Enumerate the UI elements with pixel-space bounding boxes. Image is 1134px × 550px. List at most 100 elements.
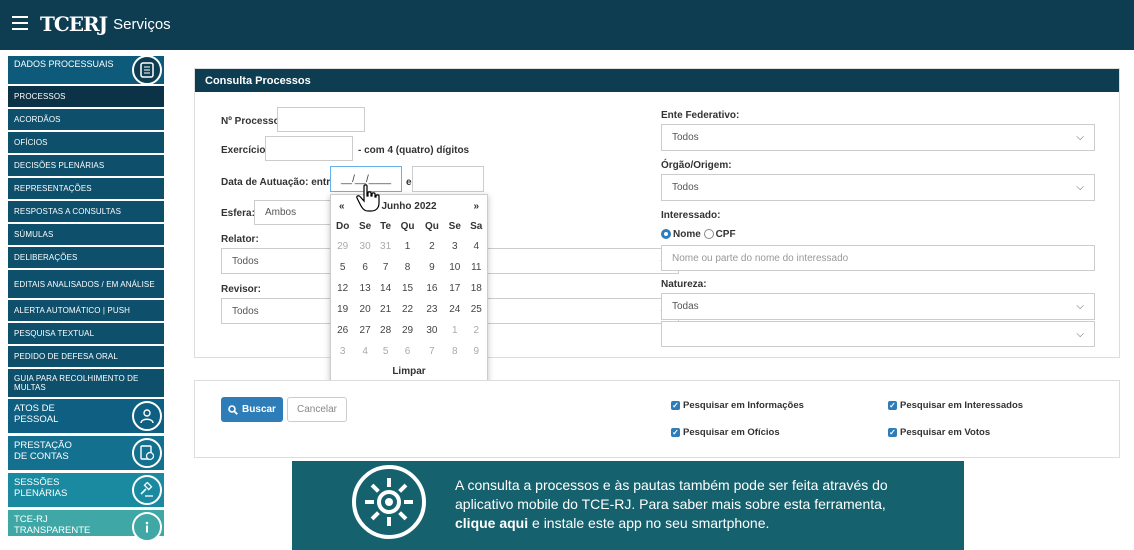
sidebar-item-guia-multas[interactable]: GUIA PARA RECOLHIMENTO DE MULTAS bbox=[8, 369, 164, 397]
radio-cpf[interactable] bbox=[703, 229, 714, 240]
natureza-select[interactable]: Todas ⌵ bbox=[661, 293, 1095, 320]
radio-nome[interactable] bbox=[661, 229, 671, 240]
calendar-day[interactable]: 23 bbox=[420, 299, 444, 320]
calendar-day[interactable]: 19 bbox=[331, 299, 354, 320]
cancelar-button[interactable]: Cancelar bbox=[287, 397, 347, 422]
calendar-day[interactable]: 6 bbox=[354, 257, 375, 278]
esfera-value: Ambos bbox=[265, 207, 297, 218]
sidebar-item-editais[interactable]: EDITAIS ANALISADOS / EM ANÁLISE bbox=[8, 270, 164, 298]
calendar-day[interactable]: 13 bbox=[354, 278, 375, 299]
revisor-label: Revisor: bbox=[221, 284, 262, 295]
clear-date-button[interactable]: Limpar bbox=[331, 366, 487, 377]
next-month-button[interactable]: » bbox=[473, 201, 479, 212]
sidebar-item-acordaos[interactable]: ACORDÃOS bbox=[8, 109, 164, 130]
sidebar-item-alerta-push[interactable]: ALERTA AUTOMÁTICO | PUSH bbox=[8, 300, 164, 321]
calendar-day[interactable]: 22 bbox=[395, 299, 419, 320]
calendar-day[interactable]: 9 bbox=[466, 341, 487, 362]
calendar-day[interactable]: 26 bbox=[331, 320, 354, 341]
chevron-down-icon: ⌵ bbox=[1076, 182, 1084, 193]
month-title[interactable]: Junho 2022 bbox=[381, 201, 436, 212]
ente-label: Ente Federativo: bbox=[661, 110, 740, 121]
calendar-day[interactable]: 2 bbox=[466, 320, 487, 341]
calendar-day[interactable]: 4 bbox=[466, 236, 487, 257]
calendar-day[interactable]: 10 bbox=[444, 257, 465, 278]
calendar-day[interactable]: 29 bbox=[395, 320, 419, 341]
sidebar-item-respostas-consultas[interactable]: RESPOSTAS A CONSULTAS bbox=[8, 201, 164, 222]
calendar-week-row: 29 30 31 1 2 3 4 bbox=[331, 236, 487, 257]
hamburger-menu-icon[interactable] bbox=[12, 16, 28, 30]
calendar-day[interactable]: 15 bbox=[395, 278, 419, 299]
banner-link[interactable]: clique aqui bbox=[455, 515, 528, 531]
sidebar-item-deliberacoes[interactable]: DELIBERAÇÕES bbox=[8, 247, 164, 268]
calendar-day[interactable]: 7 bbox=[376, 257, 396, 278]
panel-title: Consulta Processos bbox=[195, 69, 1119, 92]
sidebar-item-oficios[interactable]: OFÍCIOS bbox=[8, 132, 164, 153]
checkbox-informacoes[interactable]: ✓ Pesquisar em Informações bbox=[671, 400, 804, 411]
sidebar-section-prestacao-contas[interactable]: PRESTAÇÃO DE CONTAS bbox=[8, 436, 164, 470]
calendar-day[interactable]: 25 bbox=[466, 299, 487, 320]
calendar-day[interactable]: 17 bbox=[444, 278, 465, 299]
interessado-radio-group: Nome CPF bbox=[661, 229, 736, 240]
interessado-input[interactable]: Nome ou parte do nome do interessado bbox=[661, 245, 1095, 271]
sidebar-item-decisoes-plenarias[interactable]: DECISÕES PLENÁRIAS bbox=[8, 155, 164, 176]
calendar-day[interactable]: 11 bbox=[466, 257, 487, 278]
num-processo-input[interactable] bbox=[277, 107, 365, 132]
calendar-day[interactable]: 7 bbox=[420, 341, 444, 362]
exercicio-input[interactable] bbox=[265, 136, 353, 161]
calendar-day[interactable]: 20 bbox=[354, 299, 375, 320]
radio-nome-label: Nome bbox=[673, 229, 701, 240]
calendar-day[interactable]: 1 bbox=[444, 320, 465, 341]
brand-logo[interactable]: TCERJ Serviços bbox=[40, 10, 171, 38]
checkbox-checked-icon: ✓ bbox=[888, 428, 897, 437]
orgao-value: Todos bbox=[672, 182, 699, 193]
calendar-day[interactable]: 28 bbox=[376, 320, 396, 341]
hand-cursor-icon bbox=[356, 184, 380, 212]
esfera-label: Esfera: bbox=[221, 208, 255, 219]
ente-select[interactable]: Todos ⌵ bbox=[661, 124, 1095, 151]
calendar-day[interactable]: 12 bbox=[331, 278, 354, 299]
calendar-day[interactable]: 8 bbox=[395, 257, 419, 278]
exercicio-hint: - com 4 (quatro) dígitos bbox=[358, 145, 470, 156]
calendar-day[interactable]: 29 bbox=[331, 236, 354, 257]
calendar-day[interactable]: 27 bbox=[354, 320, 375, 341]
calendar-day[interactable]: 6 bbox=[395, 341, 419, 362]
sidebar-item-representacoes[interactable]: REPRESENTAÇÕES bbox=[8, 178, 164, 199]
calendar-day[interactable]: 24 bbox=[444, 299, 465, 320]
calendar-day[interactable]: 8 bbox=[444, 341, 465, 362]
checkbox-interessados[interactable]: ✓ Pesquisar em Interessados bbox=[888, 400, 1023, 411]
calendar-day[interactable]: 21 bbox=[376, 299, 396, 320]
app-banner[interactable]: A consulta a processos e às pautas també… bbox=[292, 461, 964, 550]
data-to-input[interactable] bbox=[412, 166, 484, 192]
sidebar-item-sumulas[interactable]: SÚMULAS bbox=[8, 224, 164, 245]
calendar-day[interactable]: 5 bbox=[376, 341, 396, 362]
checkbox-oficios[interactable]: ✓ Pesquisar em Ofícios bbox=[671, 427, 780, 438]
natureza-sub-select[interactable]: ⌵ bbox=[661, 321, 1095, 347]
calendar-day[interactable]: 4 bbox=[354, 341, 375, 362]
sidebar-section-atos-pessoal[interactable]: ATOS DE PESSOAL bbox=[8, 399, 164, 433]
sidebar-header-dados-processuais[interactable]: DADOS PROCESSUAIS bbox=[8, 55, 164, 85]
calendar-day[interactable]: 30 bbox=[420, 320, 444, 341]
calendar-day[interactable]: 30 bbox=[354, 236, 375, 257]
sidebar-section-tce-transparente[interactable]: TCE-RJ TRANSPARENTE bbox=[8, 510, 164, 542]
esfera-select[interactable]: Ambos bbox=[254, 200, 332, 225]
calendar-day[interactable]: 9 bbox=[420, 257, 444, 278]
calendar-day[interactable]: 2 bbox=[420, 236, 444, 257]
sidebar-item-processos[interactable]: PROCESSOS bbox=[8, 86, 164, 107]
buscar-button[interactable]: Buscar bbox=[221, 397, 283, 422]
calendar-day[interactable]: 14 bbox=[376, 278, 396, 299]
orgao-select[interactable]: Todos ⌵ bbox=[661, 174, 1095, 201]
calendar-day[interactable]: 18 bbox=[466, 278, 487, 299]
checkbox-votos[interactable]: ✓ Pesquisar em Votos bbox=[888, 427, 990, 438]
banner-line2: aplicativo mobile do TCE-RJ. Para saber … bbox=[455, 496, 886, 512]
sidebar-section-sessoes-plenarias[interactable]: SESSÕES PLENÁRIAS bbox=[8, 473, 164, 507]
calendar-day[interactable]: 3 bbox=[444, 236, 465, 257]
prev-month-button[interactable]: « bbox=[339, 201, 345, 212]
sidebar-item-defesa-oral[interactable]: PEDIDO DE DEFESA ORAL bbox=[8, 346, 164, 367]
calendar-day[interactable]: 5 bbox=[331, 257, 354, 278]
calendar-day[interactable]: 31 bbox=[376, 236, 396, 257]
sidebar-item-pesquisa-textual[interactable]: PESQUISA TEXTUAL bbox=[8, 323, 164, 344]
calendar-day[interactable]: 16 bbox=[420, 278, 444, 299]
calendar-day[interactable]: 1 bbox=[395, 236, 419, 257]
calendar-day[interactable]: 3 bbox=[331, 341, 354, 362]
checkbox-checked-icon: ✓ bbox=[888, 401, 897, 410]
